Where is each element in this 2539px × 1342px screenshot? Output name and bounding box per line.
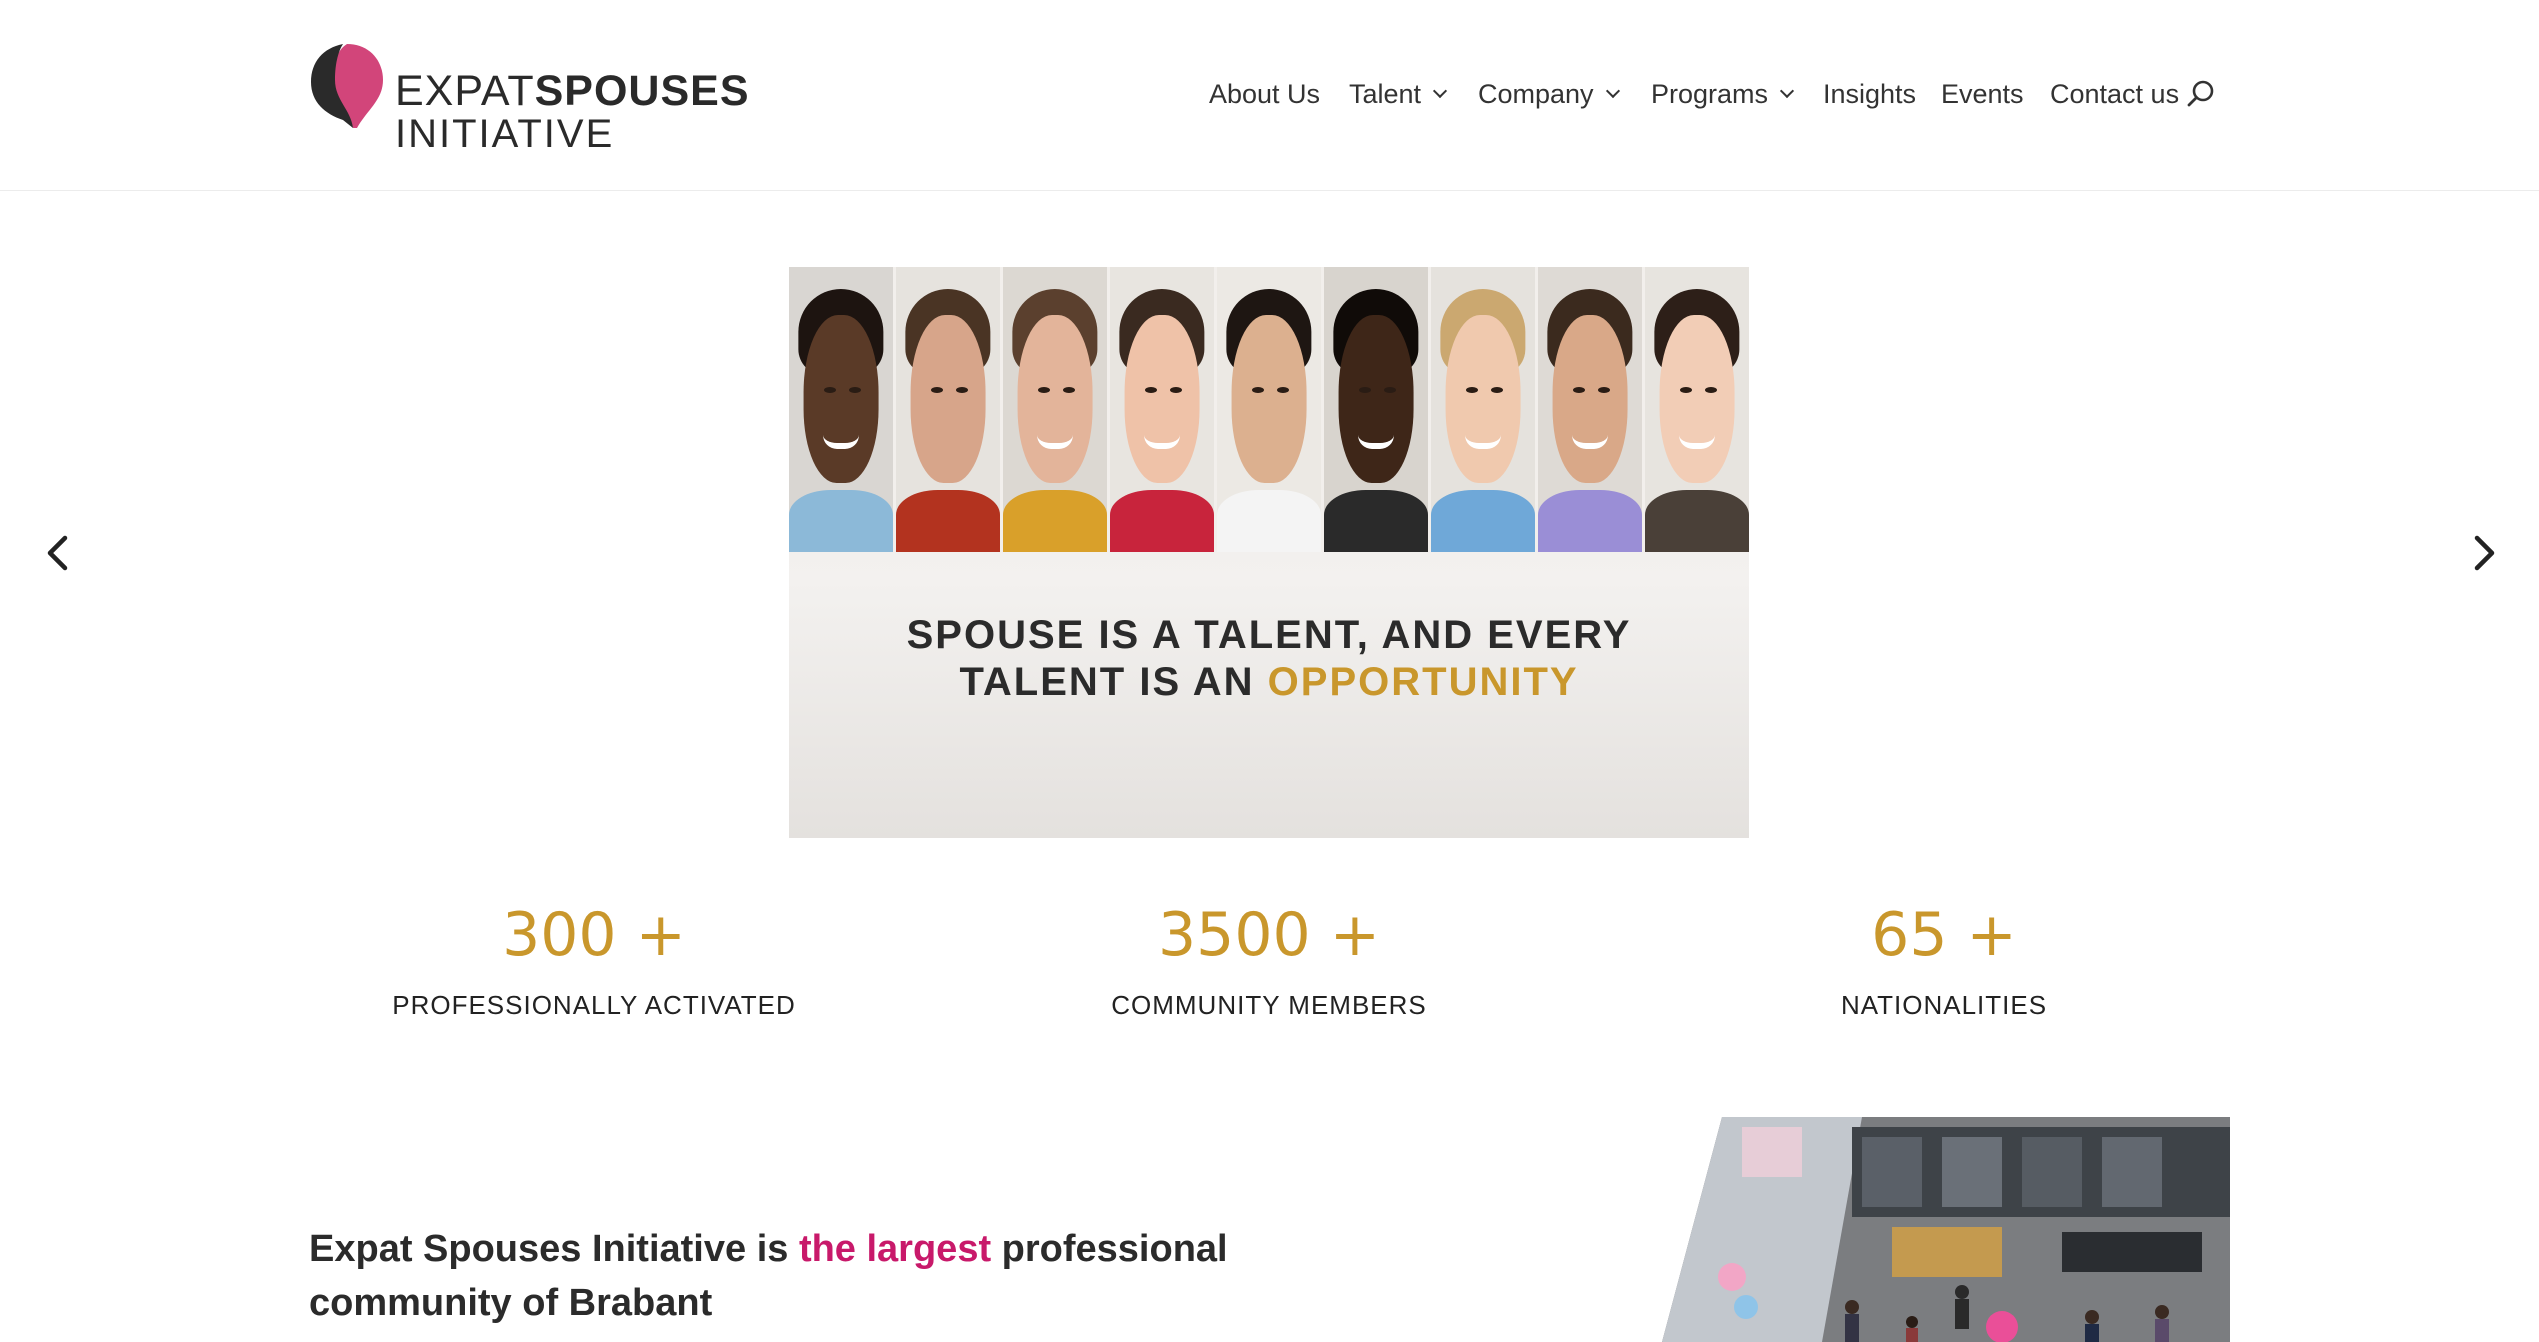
site-logo[interactable]: EXPATSPOUSES INITIATIVE — [307, 40, 749, 156]
nav-about-us-label: About Us — [1209, 78, 1321, 109]
logo-word-spouses: SPOUSES — [534, 67, 750, 115]
face-portrait — [1538, 267, 1645, 552]
nav-events[interactable]: Events — [1941, 72, 2024, 116]
hero-tagline: SPOUSE IS A TALENT, AND EVERY TALENT IS … — [789, 612, 1749, 706]
face-portrait — [1324, 267, 1431, 552]
nav-programs[interactable]: Programs — [1651, 72, 1795, 116]
logo-wordmark-line1: EXPATSPOUSES — [395, 70, 750, 113]
stat-nationalities: 65 + NATIONALITIES — [1694, 895, 2194, 1021]
nav-talent[interactable]: Talent — [1349, 72, 1448, 116]
face-portrait — [789, 267, 896, 552]
stat-label: NATIONALITIES — [1840, 990, 2048, 1020]
hero-tagline-line2: TALENT IS AN OPPORTUNITY — [789, 659, 1749, 706]
nav-about-us[interactable]: About Us — [1209, 72, 1320, 116]
logo-mark-icon — [311, 44, 383, 128]
face-portrait — [1645, 267, 1749, 552]
event-photo — [1662, 1117, 2230, 1342]
hero-tagline-accent: OPPORTUNITY — [1267, 660, 1579, 704]
stat-community-members: 3500 + COMMUNITY MEMBERS — [1019, 895, 1519, 1021]
nav-talent-label: Talent — [1349, 78, 1422, 109]
stat-number: 3500 + — [1157, 900, 1381, 970]
face-portrait — [1110, 267, 1217, 552]
stat-professionally-activated: 300 + PROFESSIONALLY ACTIVATED — [344, 895, 844, 1021]
event-photo-image — [1662, 1117, 2230, 1342]
intro-highlight: the largest — [798, 1228, 992, 1270]
faces-collage-image — [789, 267, 1749, 552]
hero-slide: SPOUSE IS A TALENT, AND EVERY TALENT IS … — [789, 267, 1749, 838]
chevron-down-icon — [1432, 83, 1448, 99]
nav-insights-label: Insights — [1823, 78, 1917, 109]
nav-contact-us-label: Contact us — [2050, 78, 2180, 109]
stat-number: 65 + — [1871, 900, 2017, 970]
logo-wordmark-line2: INITIATIVE — [395, 112, 615, 156]
face-portrait — [1003, 267, 1110, 552]
hero-tagline-line2-prefix: TALENT IS AN — [959, 660, 1268, 704]
chevron-down-icon — [1605, 83, 1620, 99]
hero-tagline-line1: SPOUSE IS A TALENT, AND EVERY — [906, 613, 1632, 657]
nav-programs-label: Programs — [1651, 78, 1769, 109]
nav-company[interactable]: Company — [1478, 72, 1620, 116]
face-portrait — [1431, 267, 1538, 552]
nav-events-label: Events — [1941, 78, 2024, 109]
stat-label: COMMUNITY MEMBERS — [1111, 990, 1427, 1020]
nav-contact-us[interactable]: Contact us — [2050, 72, 2179, 116]
intro-part1: Expat Spouses Initiative is — [309, 1228, 799, 1270]
stat-label: PROFESSIONALLY ACTIVATED — [392, 990, 796, 1020]
intro-heading: Expat Spouses Initiative is the largest … — [309, 1222, 1409, 1330]
face-portrait — [896, 267, 1003, 552]
logo-word-expat: EXPAT — [395, 67, 535, 115]
chevron-down-icon — [1779, 83, 1795, 99]
intro-heading-line2: community of Brabant — [309, 1282, 713, 1324]
intro-heading-line1: Expat Spouses Initiative is the largest … — [309, 1222, 1409, 1276]
site-header: EXPATSPOUSES INITIATIVE About Us Talent … — [0, 0, 2539, 191]
nav-insights[interactable]: Insights — [1823, 72, 1916, 116]
chevron-right-icon[interactable] — [2460, 530, 2506, 576]
nav-company-label: Company — [1478, 78, 1594, 109]
intro-part2: professional — [991, 1228, 1228, 1270]
stat-number: 300 + — [502, 900, 686, 970]
chevron-left-icon[interactable] — [36, 530, 82, 576]
search-icon[interactable] — [2185, 78, 2217, 110]
face-portrait — [1217, 267, 1324, 552]
